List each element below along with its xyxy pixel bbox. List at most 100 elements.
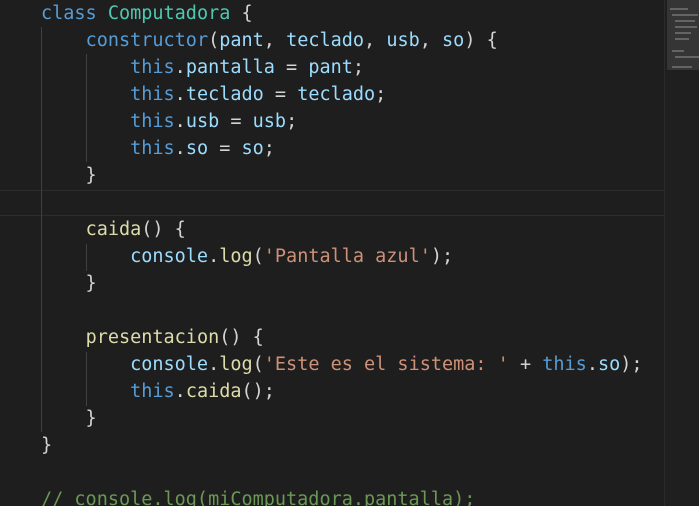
code-token: usb bbox=[185, 111, 220, 132]
code-token: console bbox=[130, 354, 209, 375]
code-token: console bbox=[130, 246, 209, 267]
code-token: , bbox=[364, 30, 387, 51]
minimap-line bbox=[672, 50, 684, 52]
code-token: ); bbox=[430, 246, 454, 267]
code-token: teclado bbox=[297, 84, 376, 105]
code-area[interactable]: class Computadora { constructor(pant, te… bbox=[0, 0, 664, 506]
code-token: this bbox=[130, 84, 175, 105]
code-line[interactable]: } bbox=[41, 270, 97, 297]
code-token: // console.log(miComputadora.pantalla); bbox=[41, 489, 476, 506]
code-token: log bbox=[219, 354, 253, 375]
code-token: ; bbox=[263, 138, 275, 159]
code-line[interactable]: // console.log(miComputadora.pantalla); bbox=[41, 486, 475, 506]
minimap-slider[interactable] bbox=[667, 0, 699, 70]
code-token: ; bbox=[375, 84, 387, 105]
code-token: = bbox=[208, 138, 242, 159]
code-line[interactable]: this.teclado = teclado; bbox=[41, 81, 386, 108]
code-line[interactable]: this.pantalla = pant; bbox=[41, 54, 364, 81]
vertical-scrollbar[interactable] bbox=[664, 0, 699, 506]
code-token: presentacion bbox=[85, 327, 220, 348]
code-token: } bbox=[41, 435, 53, 456]
minimap-line bbox=[675, 26, 697, 28]
code-token: so bbox=[241, 138, 264, 159]
code-token: this bbox=[130, 111, 175, 132]
code-token: ; bbox=[352, 57, 365, 78]
code-token: ( bbox=[208, 30, 220, 51]
code-editor[interactable]: class Computadora { constructor(pant, te… bbox=[0, 0, 699, 506]
code-token: , bbox=[263, 30, 287, 51]
code-token: caida bbox=[85, 219, 142, 240]
code-token: . bbox=[174, 381, 186, 402]
code-line[interactable]: this.usb = usb; bbox=[41, 108, 297, 135]
code-token: () { bbox=[219, 327, 264, 348]
code-token: so bbox=[597, 354, 621, 375]
code-token: usb bbox=[252, 111, 287, 132]
code-token: Computadora bbox=[107, 3, 231, 24]
code-token: this bbox=[542, 354, 587, 375]
code-token: so bbox=[185, 138, 209, 159]
code-line[interactable]: class Computadora { bbox=[41, 0, 253, 27]
minimap-line bbox=[672, 14, 698, 16]
code-token: this bbox=[130, 381, 175, 402]
code-token: } bbox=[41, 273, 97, 294]
code-token: class bbox=[41, 3, 97, 24]
code-token: . bbox=[174, 84, 186, 105]
code-token: { bbox=[230, 3, 253, 24]
code-line[interactable]: } bbox=[41, 432, 52, 459]
code-token: . bbox=[174, 111, 186, 132]
code-line[interactable]: this.caida(); bbox=[41, 378, 275, 405]
minimap-line bbox=[675, 38, 689, 40]
code-token: . bbox=[208, 354, 220, 375]
code-token: caida bbox=[185, 381, 242, 402]
current-line-highlight bbox=[0, 190, 664, 216]
code-line[interactable]: this.so = so; bbox=[41, 135, 275, 162]
code-token: log bbox=[219, 246, 253, 267]
code-line[interactable]: } bbox=[41, 405, 97, 432]
code-token: (); bbox=[241, 381, 275, 402]
code-token: } bbox=[41, 408, 97, 429]
code-line[interactable]: constructor(pant, teclado, usb, so) { bbox=[41, 27, 498, 54]
code-token: + bbox=[508, 354, 543, 375]
code-line[interactable]: console.log('Pantalla azul'); bbox=[41, 243, 453, 270]
code-token: ) { bbox=[464, 30, 498, 51]
code-line[interactable]: caida() { bbox=[41, 216, 186, 243]
code-line[interactable]: } bbox=[41, 162, 97, 189]
code-token: . bbox=[586, 354, 598, 375]
code-token: so bbox=[442, 30, 465, 51]
code-token: = bbox=[219, 111, 253, 132]
code-token: . bbox=[174, 138, 186, 159]
code-token: , bbox=[419, 30, 443, 51]
code-token: () { bbox=[141, 219, 186, 240]
code-token: = bbox=[263, 84, 298, 105]
code-token: ; bbox=[286, 111, 298, 132]
code-token: teclado bbox=[286, 30, 365, 51]
minimap-line bbox=[675, 20, 695, 22]
code-token: ( bbox=[252, 354, 264, 375]
code-token: } bbox=[41, 165, 97, 186]
minimap-line bbox=[672, 66, 692, 68]
minimap-line bbox=[670, 8, 688, 10]
code-token: teclado bbox=[185, 84, 264, 105]
code-token: pant bbox=[219, 30, 264, 51]
code-token: constructor bbox=[85, 30, 209, 51]
code-line[interactable]: presentacion() { bbox=[41, 324, 264, 351]
code-token: ); bbox=[620, 354, 643, 375]
code-token: ( bbox=[252, 246, 264, 267]
code-line[interactable]: console.log('Este es el sistema: ' + thi… bbox=[41, 351, 643, 378]
code-token: pant bbox=[308, 57, 353, 78]
code-token: 'Este es el sistema: ' bbox=[263, 354, 509, 375]
minimap-line bbox=[675, 32, 691, 34]
code-token: 'Pantalla azul' bbox=[263, 246, 431, 267]
code-token: . bbox=[208, 246, 220, 267]
